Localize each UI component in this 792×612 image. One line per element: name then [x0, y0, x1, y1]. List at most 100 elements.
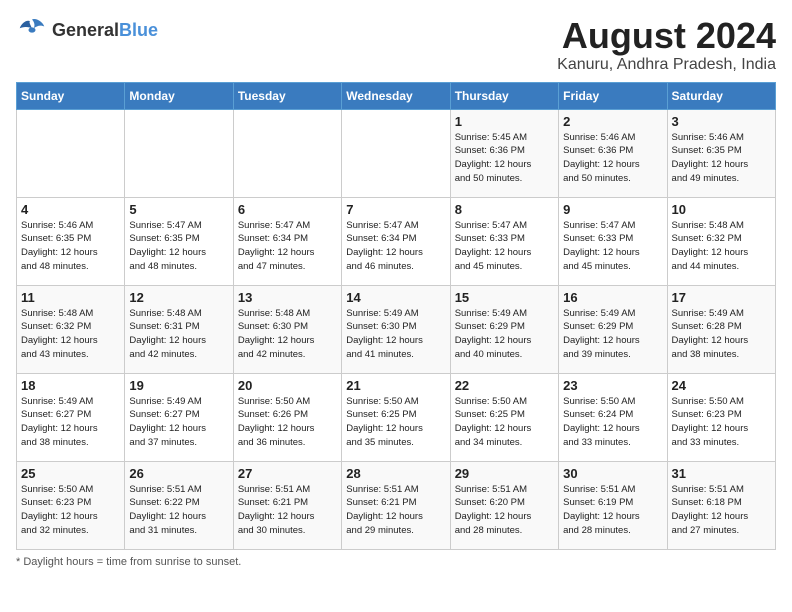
day-number: 25 [21, 466, 120, 481]
calendar-cell: 25 Sunrise: 5:50 AM Sunset: 6:23 PM Dayli… [17, 461, 125, 549]
day-info: Sunrise: 5:47 AM Sunset: 6:34 PM Dayligh… [346, 219, 445, 274]
calendar-cell: 10Sunrise: 5:48 AM Sunset: 6:32 PM Dayli… [667, 197, 775, 285]
calendar-cell [342, 109, 450, 197]
calendar-cell: 23 Sunrise: 5:50 AM Sunset: 6:24 PM Dayli… [559, 373, 667, 461]
day-info: Sunrise: 5:50 AM Sunset: 6:23 PM Dayligh… [672, 395, 771, 450]
calendar-cell: 14 Sunrise: 5:49 AM Sunset: 6:30 PM Dayli… [342, 285, 450, 373]
col-header-friday: Friday [559, 82, 667, 109]
footer-note: * Daylight hours = time from sunrise to … [16, 556, 776, 568]
day-number: 23 [563, 378, 662, 393]
day-number: 30 [563, 466, 662, 481]
calendar-table: SundayMondayTuesdayWednesdayThursdayFrid… [16, 82, 776, 550]
day-info: Sunrise: 5:49 AM Sunset: 6:27 PM Dayligh… [21, 395, 120, 450]
day-info: Sunrise: 5:49 AM Sunset: 6:27 PM Dayligh… [129, 395, 228, 450]
day-info: Sunrise: 5:51 AM Sunset: 6:20 PM Dayligh… [455, 483, 554, 538]
calendar-cell: 29 Sunrise: 5:51 AM Sunset: 6:20 PM Dayli… [450, 461, 558, 549]
calendar-cell: 21 Sunrise: 5:50 AM Sunset: 6:25 PM Dayli… [342, 373, 450, 461]
calendar-cell: 15 Sunrise: 5:49 AM Sunset: 6:29 PM Dayli… [450, 285, 558, 373]
day-number: 26 [129, 466, 228, 481]
day-number: 3 [672, 114, 771, 129]
day-info: Sunrise: 5:49 AM Sunset: 6:29 PM Dayligh… [455, 307, 554, 362]
calendar-cell: 16 Sunrise: 5:49 AM Sunset: 6:29 PM Dayli… [559, 285, 667, 373]
day-number: 10 [672, 202, 771, 217]
day-info: Sunrise: 5:51 AM Sunset: 6:19 PM Dayligh… [563, 483, 662, 538]
footer-note-text: Daylight hours [23, 556, 93, 568]
day-number: 5 [129, 202, 228, 217]
day-number: 13 [238, 290, 337, 305]
calendar-cell: 3 Sunrise: 5:46 AM Sunset: 6:35 PM Daylig… [667, 109, 775, 197]
day-number: 20 [238, 378, 337, 393]
calendar-cell [233, 109, 341, 197]
calendar-cell: 30 Sunrise: 5:51 AM Sunset: 6:19 PM Dayli… [559, 461, 667, 549]
day-number: 7 [346, 202, 445, 217]
day-info: Sunrise: 5:48 AM Sunset: 6:31 PM Dayligh… [129, 307, 228, 362]
calendar-cell: 1 Sunrise: 5:45 AM Sunset: 6:36 PM Daylig… [450, 109, 558, 197]
calendar-cell: 19 Sunrise: 5:49 AM Sunset: 6:27 PM Dayli… [125, 373, 233, 461]
day-info: Sunrise: 5:45 AM Sunset: 6:36 PM Dayligh… [455, 131, 554, 186]
logo: GeneralBlue [16, 16, 158, 44]
day-info: Sunrise: 5:50 AM Sunset: 6:25 PM Dayligh… [455, 395, 554, 450]
day-info: Sunrise: 5:46 AM Sunset: 6:36 PM Dayligh… [563, 131, 662, 186]
calendar-cell: 22 Sunrise: 5:50 AM Sunset: 6:25 PM Dayli… [450, 373, 558, 461]
day-number: 17 [672, 290, 771, 305]
calendar-cell: 12 Sunrise: 5:48 AM Sunset: 6:31 PM Dayli… [125, 285, 233, 373]
day-number: 16 [563, 290, 662, 305]
day-info: Sunrise: 5:49 AM Sunset: 6:29 PM Dayligh… [563, 307, 662, 362]
day-info: Sunrise: 5:48 AM Sunset: 6:32 PM Dayligh… [21, 307, 120, 362]
location-subtitle: Kanuru, Andhra Pradesh, India [557, 56, 776, 74]
day-number: 22 [455, 378, 554, 393]
header-row: SundayMondayTuesdayWednesdayThursdayFrid… [17, 82, 776, 109]
month-year-title: August 2024 [557, 16, 776, 56]
calendar-cell: 28 Sunrise: 5:51 AM Sunset: 6:21 PM Dayli… [342, 461, 450, 549]
day-number: 9 [563, 202, 662, 217]
day-info: Sunrise: 5:47 AM Sunset: 6:33 PM Dayligh… [563, 219, 662, 274]
day-info: Sunrise: 5:48 AM Sunset: 6:30 PM Dayligh… [238, 307, 337, 362]
calendar-cell: 9 Sunrise: 5:47 AM Sunset: 6:33 PM Daylig… [559, 197, 667, 285]
day-number: 21 [346, 378, 445, 393]
day-number: 18 [21, 378, 120, 393]
title-block: August 2024 Kanuru, Andhra Pradesh, Indi… [557, 16, 776, 74]
day-info: Sunrise: 5:46 AM Sunset: 6:35 PM Dayligh… [672, 131, 771, 186]
col-header-saturday: Saturday [667, 82, 775, 109]
day-number: 14 [346, 290, 445, 305]
calendar-week-row: 11Sunrise: 5:48 AM Sunset: 6:32 PM Dayli… [17, 285, 776, 373]
day-number: 27 [238, 466, 337, 481]
calendar-cell: 31Sunrise: 5:51 AM Sunset: 6:18 PM Dayli… [667, 461, 775, 549]
day-info: Sunrise: 5:47 AM Sunset: 6:35 PM Dayligh… [129, 219, 228, 274]
day-number: 31 [672, 466, 771, 481]
col-header-thursday: Thursday [450, 82, 558, 109]
calendar-cell: 24Sunrise: 5:50 AM Sunset: 6:23 PM Dayli… [667, 373, 775, 461]
day-info: Sunrise: 5:49 AM Sunset: 6:30 PM Dayligh… [346, 307, 445, 362]
day-number: 19 [129, 378, 228, 393]
calendar-cell: 2Sunrise: 5:46 AM Sunset: 6:36 PM Daylig… [559, 109, 667, 197]
day-number: 15 [455, 290, 554, 305]
calendar-week-row: 18 Sunrise: 5:49 AM Sunset: 6:27 PM Dayli… [17, 373, 776, 461]
day-number: 29 [455, 466, 554, 481]
calendar-cell: 8Sunrise: 5:47 AM Sunset: 6:33 PM Daylig… [450, 197, 558, 285]
calendar-cell: 26Sunrise: 5:51 AM Sunset: 6:22 PM Dayli… [125, 461, 233, 549]
calendar-cell: 27 Sunrise: 5:51 AM Sunset: 6:21 PM Dayli… [233, 461, 341, 549]
col-header-tuesday: Tuesday [233, 82, 341, 109]
logo-general: General [52, 20, 119, 40]
calendar-week-row: 1 Sunrise: 5:45 AM Sunset: 6:36 PM Daylig… [17, 109, 776, 197]
day-info: Sunrise: 5:50 AM Sunset: 6:25 PM Dayligh… [346, 395, 445, 450]
day-number: 1 [455, 114, 554, 129]
calendar-cell [125, 109, 233, 197]
calendar-cell: 18 Sunrise: 5:49 AM Sunset: 6:27 PM Dayli… [17, 373, 125, 461]
calendar-header: SundayMondayTuesdayWednesdayThursdayFrid… [17, 82, 776, 109]
day-number: 4 [21, 202, 120, 217]
day-info: Sunrise: 5:51 AM Sunset: 6:21 PM Dayligh… [346, 483, 445, 538]
day-number: 12 [129, 290, 228, 305]
day-info: Sunrise: 5:51 AM Sunset: 6:21 PM Dayligh… [238, 483, 337, 538]
day-info: Sunrise: 5:50 AM Sunset: 6:23 PM Dayligh… [21, 483, 120, 538]
day-number: 6 [238, 202, 337, 217]
calendar-cell: 20Sunrise: 5:50 AM Sunset: 6:26 PM Dayli… [233, 373, 341, 461]
day-info: Sunrise: 5:47 AM Sunset: 6:33 PM Dayligh… [455, 219, 554, 274]
calendar-body: 1 Sunrise: 5:45 AM Sunset: 6:36 PM Daylig… [17, 109, 776, 549]
calendar-cell [17, 109, 125, 197]
day-info: Sunrise: 5:50 AM Sunset: 6:24 PM Dayligh… [563, 395, 662, 450]
calendar-cell: 5 Sunrise: 5:47 AM Sunset: 6:35 PM Daylig… [125, 197, 233, 285]
day-info: Sunrise: 5:47 AM Sunset: 6:34 PM Dayligh… [238, 219, 337, 274]
day-info: Sunrise: 5:46 AM Sunset: 6:35 PM Dayligh… [21, 219, 120, 274]
day-number: 28 [346, 466, 445, 481]
